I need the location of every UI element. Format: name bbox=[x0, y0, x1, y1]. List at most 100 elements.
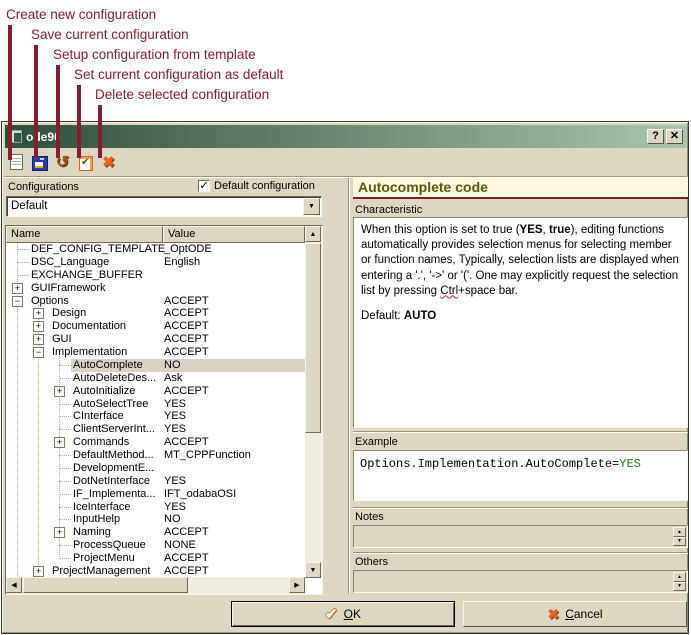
tree-expander-icon[interactable] bbox=[33, 308, 44, 319]
table-row[interactable]: Design ACCEPT bbox=[6, 307, 305, 320]
row-value: ACCEPT bbox=[164, 436, 209, 449]
section-divider bbox=[353, 431, 688, 433]
close-button[interactable]: ✕ bbox=[666, 129, 683, 144]
notes-label: Notes bbox=[355, 511, 384, 523]
row-name: ProjectMenu bbox=[73, 552, 135, 565]
tree-expander-icon[interactable] bbox=[54, 527, 65, 538]
table-row[interactable]: Implementation ACCEPT bbox=[6, 346, 305, 359]
default-value-line: Default: AUTO bbox=[361, 309, 680, 324]
row-value: YES bbox=[164, 475, 186, 488]
scroll-down-icon[interactable]: ▼ bbox=[673, 582, 686, 592]
column-header-value[interactable]: Value bbox=[163, 226, 305, 243]
table-row[interactable]: GUIFramework bbox=[6, 282, 305, 295]
row-value: IFT_odabaOSI bbox=[164, 488, 236, 501]
table-row[interactable]: DotNetInterface YES bbox=[6, 475, 305, 488]
tree-connector bbox=[59, 545, 71, 546]
scroll-down-icon[interactable]: ▼ bbox=[673, 537, 686, 547]
row-value: ACCEPT bbox=[164, 526, 209, 539]
tree-expander-icon[interactable] bbox=[12, 296, 23, 307]
row-value: ACCEPT bbox=[164, 295, 209, 308]
table-row[interactable]: AutoComplete NO bbox=[6, 359, 305, 372]
tree-expander-icon[interactable] bbox=[12, 283, 23, 294]
ok-button[interactable]: ✔ OK bbox=[231, 601, 455, 627]
scroll-up-icon[interactable]: ▲ bbox=[305, 226, 321, 242]
configuration-select[interactable]: Default ▼ bbox=[6, 196, 322, 217]
check-icon: ✔ bbox=[325, 605, 338, 623]
tree-connector bbox=[59, 481, 71, 482]
row-name: DevelopmentE... bbox=[73, 462, 154, 475]
tree-connector bbox=[17, 275, 29, 276]
table-row[interactable]: CInterface YES bbox=[6, 410, 305, 423]
tree-expander-icon[interactable] bbox=[54, 386, 65, 397]
row-value: YES bbox=[164, 423, 186, 436]
table-row[interactable]: ClientServerInt... YES bbox=[6, 423, 305, 436]
others-field[interactable]: ▲ ▼ bbox=[353, 570, 688, 593]
cancel-button[interactable]: ✖ Cancel bbox=[463, 601, 687, 627]
table-row[interactable]: Commands ACCEPT bbox=[6, 436, 305, 449]
title-bar[interactable]: ode90 ? ✕ bbox=[5, 125, 687, 148]
scroll-up-icon[interactable]: ▲ bbox=[673, 527, 686, 537]
table-row[interactable]: GUI ACCEPT bbox=[6, 333, 305, 346]
vertical-scrollbar[interactable]: ▲ ▼ bbox=[305, 226, 322, 578]
row-value: ACCEPT bbox=[164, 346, 209, 359]
table-row[interactable]: EXCHANGE_BUFFER bbox=[6, 269, 305, 282]
table-row[interactable]: DSC_Language English bbox=[6, 256, 305, 269]
table-row[interactable]: Naming ACCEPT bbox=[6, 526, 305, 539]
tree-expander-icon[interactable] bbox=[33, 334, 44, 345]
table-row[interactable]: DEF_CONFIG_TEMPLATE _OptODE bbox=[6, 243, 305, 256]
row-name: DotNetInterface bbox=[73, 475, 150, 488]
table-row[interactable]: AutoSelectTree YES bbox=[6, 398, 305, 411]
notes-scrollbar[interactable]: ▲ ▼ bbox=[673, 527, 686, 546]
tree-expander-icon[interactable] bbox=[33, 566, 44, 577]
table-row[interactable]: Documentation ACCEPT bbox=[6, 320, 305, 333]
column-header-name[interactable]: Name bbox=[6, 226, 163, 243]
table-row[interactable]: DefaultMethod... MT_CPPFunction bbox=[6, 449, 305, 462]
example-code-value: YES bbox=[619, 457, 641, 471]
row-name: Implementation bbox=[52, 346, 127, 359]
horizontal-scrollbar-thumb[interactable] bbox=[23, 577, 188, 593]
table-row[interactable]: ProjectManagement ACCEPT bbox=[6, 565, 305, 578]
tree-expander-icon[interactable] bbox=[33, 321, 44, 332]
tree-connector bbox=[59, 519, 71, 520]
scroll-up-icon[interactable]: ▲ bbox=[673, 572, 686, 582]
table-row[interactable]: AutoDeleteDes... Ask bbox=[6, 372, 305, 385]
chevron-down-icon[interactable]: ▼ bbox=[303, 198, 320, 215]
row-name: AutoDeleteDes... bbox=[73, 372, 156, 385]
row-value: YES bbox=[164, 398, 186, 411]
detail-panel: Autocomplete code Characteristic When th… bbox=[353, 177, 688, 594]
tree-connector bbox=[59, 429, 71, 430]
table-row[interactable]: IF_Implementa... IFT_odabaOSI bbox=[6, 488, 305, 501]
section-divider bbox=[353, 552, 688, 554]
row-name: DefaultMethod... bbox=[73, 449, 154, 462]
vertical-scrollbar-thumb[interactable] bbox=[305, 243, 321, 433]
configuration-dialog-window: ode90 ? ✕ Configurations ✓ Default bbox=[1, 121, 689, 634]
table-row[interactable]: ProcessQueue NONE bbox=[6, 539, 305, 552]
others-scrollbar[interactable]: ▲ ▼ bbox=[673, 572, 686, 591]
row-name: ProcessQueue bbox=[73, 539, 146, 552]
screenshot-page: Create new configuration Save current co… bbox=[0, 0, 691, 635]
scroll-right-icon[interactable]: ▶ bbox=[289, 577, 305, 593]
table-row[interactable]: AutoInitialize ACCEPT bbox=[6, 385, 305, 398]
table-row[interactable]: ProjectMenu ACCEPT bbox=[6, 552, 305, 565]
row-name: Commands bbox=[73, 436, 129, 449]
x-icon: ✖ bbox=[547, 606, 559, 623]
scroll-left-icon[interactable]: ◀ bbox=[6, 577, 22, 593]
row-value: ACCEPT bbox=[164, 307, 209, 320]
default-configuration-checkbox[interactable]: ✓ bbox=[198, 180, 210, 192]
scroll-down-icon[interactable]: ▼ bbox=[305, 562, 321, 578]
table-row[interactable]: InputHelp NO bbox=[6, 513, 305, 526]
tree-connector bbox=[17, 249, 29, 250]
delete-configuration-button[interactable] bbox=[100, 154, 117, 171]
notes-field[interactable]: ▲ ▼ bbox=[353, 525, 688, 548]
help-button[interactable]: ? bbox=[647, 129, 664, 144]
example-label: Example bbox=[355, 436, 398, 448]
row-value: ACCEPT bbox=[164, 552, 209, 565]
row-value: NO bbox=[164, 359, 181, 372]
tree-expander-icon[interactable] bbox=[33, 347, 44, 358]
tree-expander-icon[interactable] bbox=[54, 437, 65, 448]
tree-connector bbox=[59, 416, 71, 417]
table-row[interactable]: Options ACCEPT bbox=[6, 295, 305, 308]
table-row[interactable]: DevelopmentE... bbox=[6, 462, 305, 475]
horizontal-scrollbar[interactable]: ◀ ▶ bbox=[6, 577, 305, 594]
table-row[interactable]: IceInterface YES bbox=[6, 501, 305, 514]
